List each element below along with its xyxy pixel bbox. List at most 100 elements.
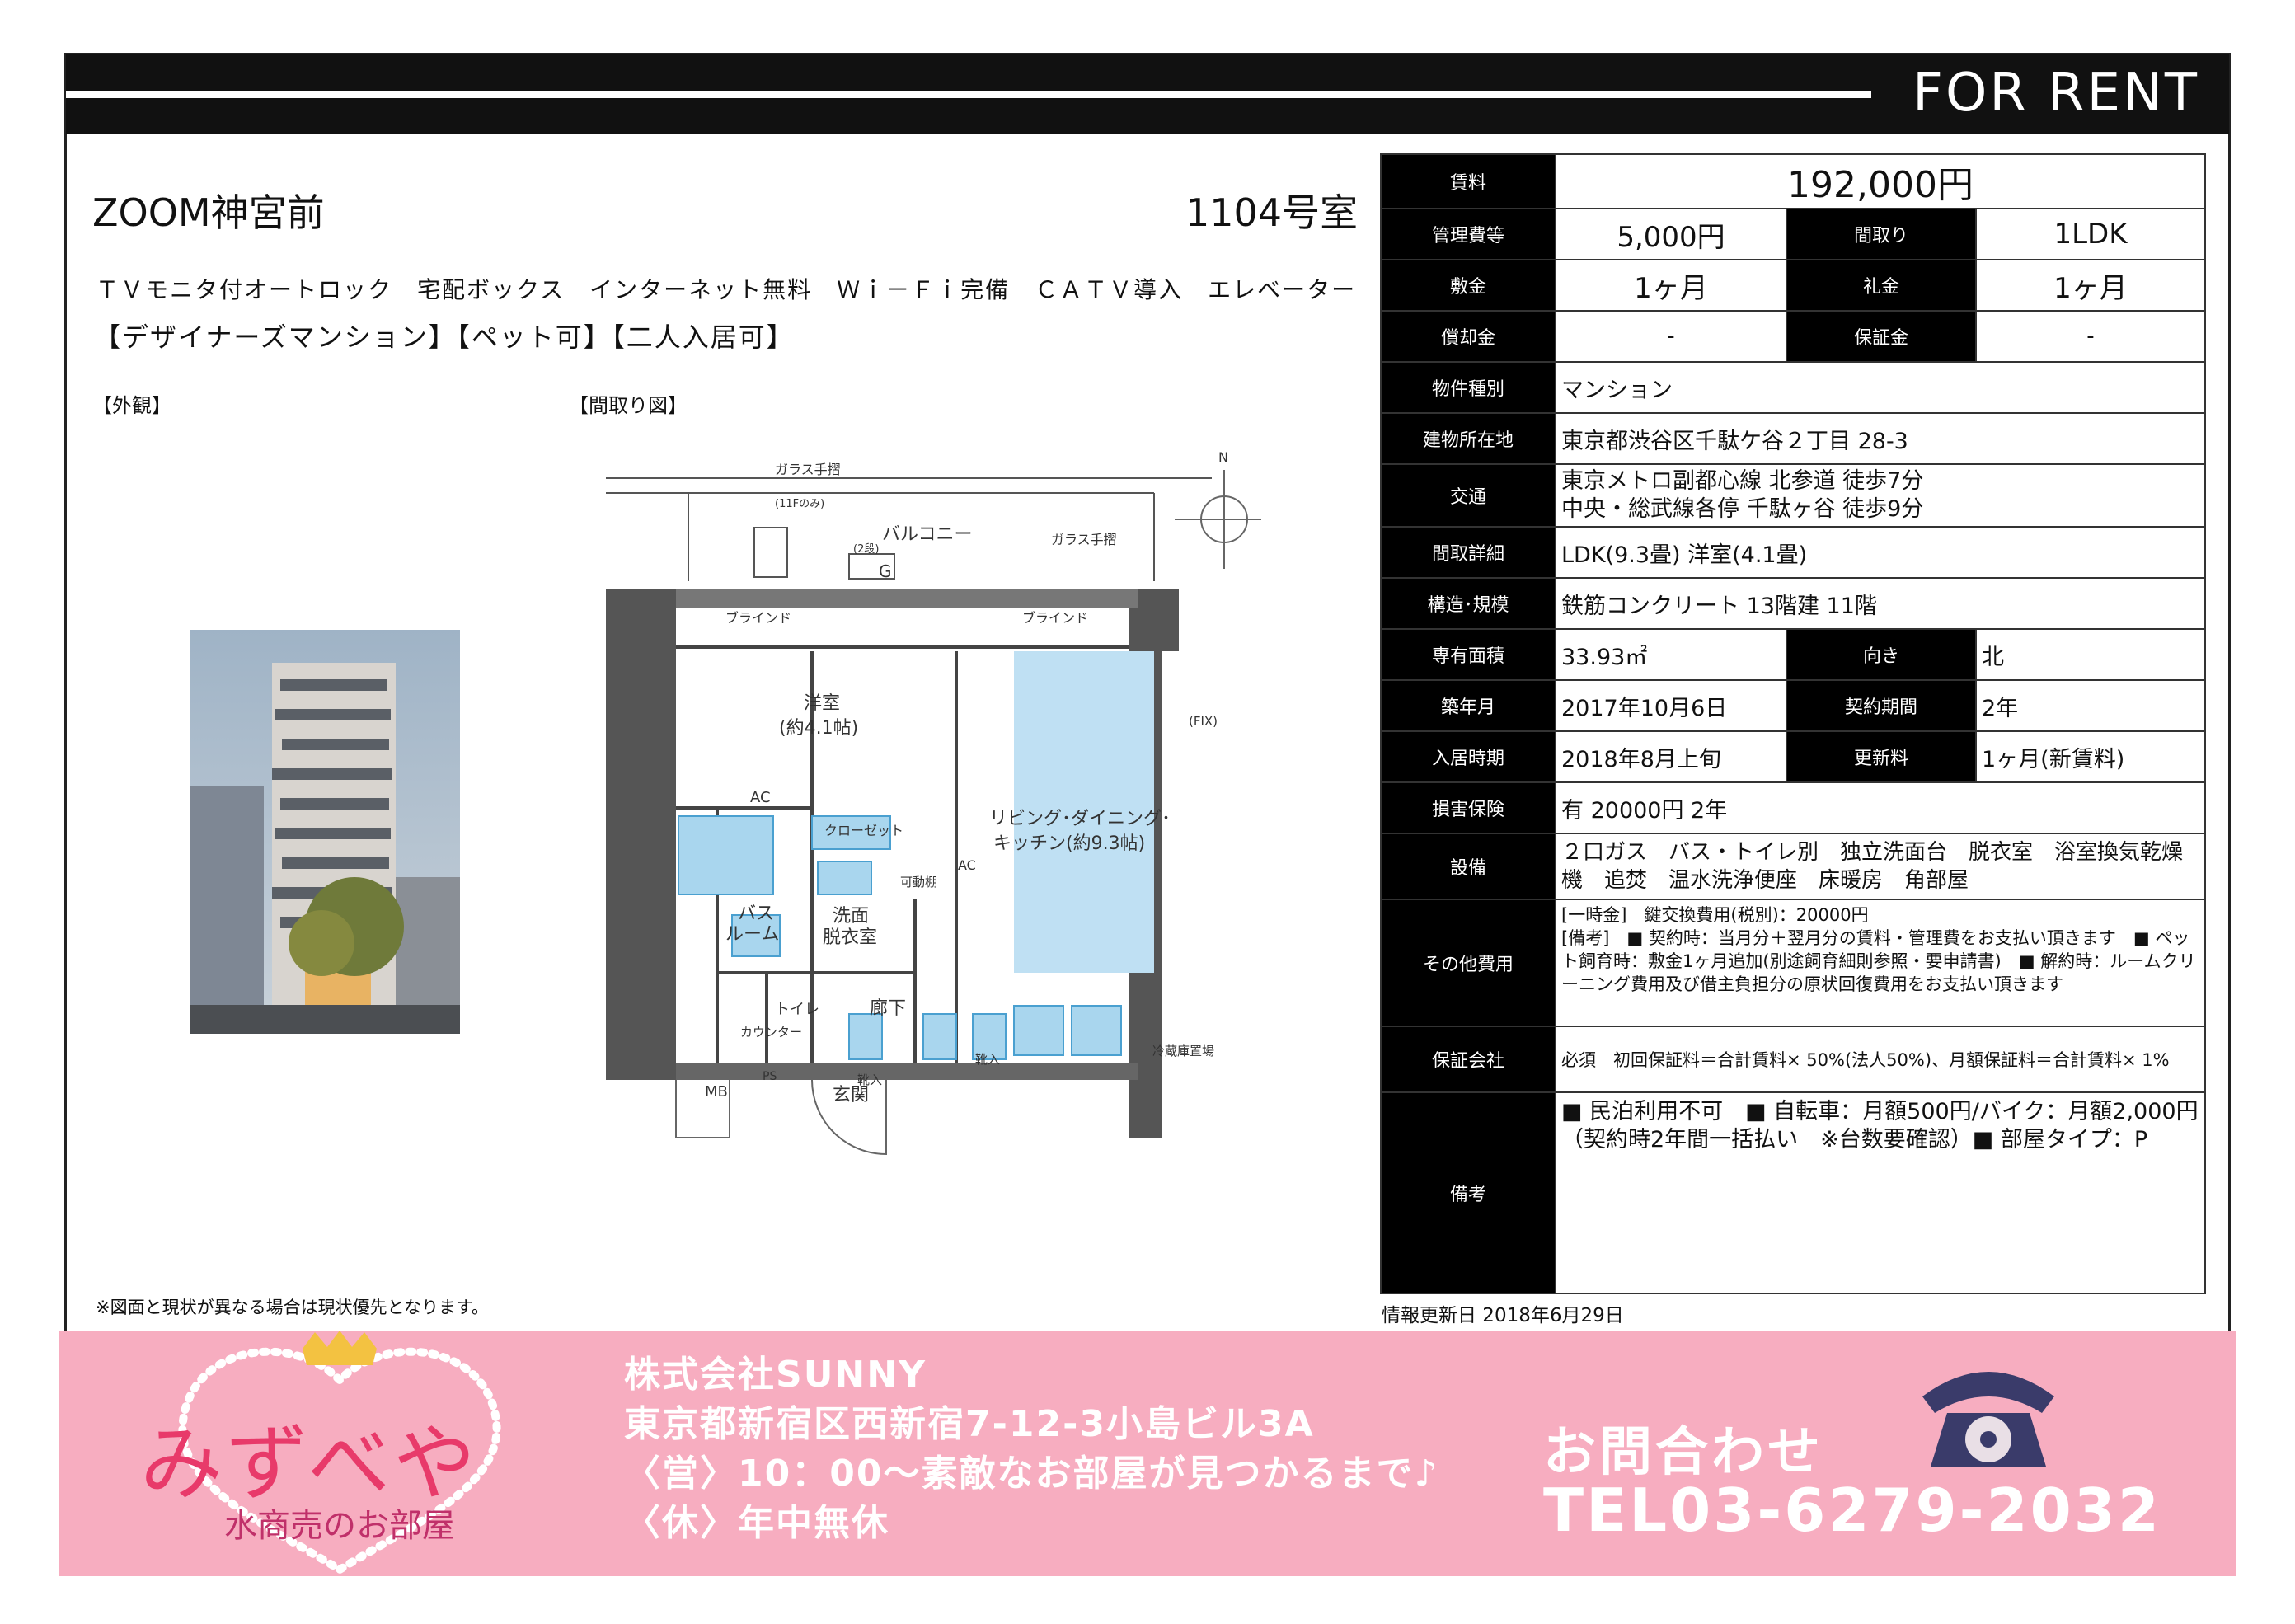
- transport-value: 東京メトロ副都心線 北参道 徒歩7分 中央・総武線各停 千駄ヶ谷 徒歩9分: [1555, 463, 2206, 528]
- plan-mb-label: MB: [705, 1083, 728, 1101]
- other-fees-label: その他費用: [1380, 899, 1556, 1027]
- plan-western-label: 洋室: [804, 693, 840, 714]
- holidays: 〈休〉年中無休: [624, 1502, 889, 1544]
- property-info-table: 賃料 192,000円 管理費等 5,000円 間取り 1LDK 敷金 1ヶ月 …: [1380, 153, 2206, 1294]
- update-date: 情報更新日 2018年6月29日: [1382, 1305, 1624, 1326]
- disclaimer-note: ※図面と現状が異なる場合は現状優先となります。: [96, 1298, 489, 1317]
- other-fees-line-1: [一時金] 鍵交換費用(税別)：20000円: [1561, 905, 1869, 925]
- feature-tags: 【デザイナーズマンション】【ペット可】【二人入居可】: [94, 322, 795, 353]
- plan-north-label: N: [1218, 449, 1228, 465]
- plan-bath-label: バス: [738, 904, 774, 924]
- floor-plan: バルコニー ガラス手摺 ガラス手摺 (11Fのみ) (2段) G ブラインド ブ…: [602, 437, 1274, 1212]
- exterior-label: 【外観】: [92, 394, 171, 417]
- plan-counter-label: カウンター: [740, 1025, 802, 1040]
- property-type-value: マンション: [1555, 361, 2206, 414]
- floorplan-label: 【間取り図】: [569, 394, 688, 417]
- structure-label: 構造･規模: [1380, 577, 1556, 630]
- header-rule: [66, 91, 1871, 98]
- renewal-fee-label: 更新料: [1786, 730, 1977, 783]
- management-fee-value: 5,000円: [1555, 208, 1787, 260]
- plan-closet-label: クローゼット: [824, 823, 903, 838]
- area-label: 専有面積: [1380, 628, 1556, 681]
- security-deposit-label: 保証金: [1786, 310, 1977, 363]
- insurance-value: 有 20000円 2年: [1555, 781, 2206, 834]
- plan-11f-note: (11Fのみ): [775, 498, 824, 510]
- plan-bath-label-2: ルーム: [725, 924, 779, 945]
- key-money-value: 1ヶ月: [1975, 259, 2206, 312]
- rent-label: 賃料: [1380, 153, 1556, 209]
- company-address: 東京都新宿区西新宿7-12-3小島ビル3A: [624, 1403, 1315, 1445]
- rent-value: 192,000円: [1555, 153, 2206, 209]
- structure-value: 鉄筋コンクリート 13階建 11階: [1555, 577, 2206, 630]
- guarantor-company-label: 保証会社: [1380, 1026, 1556, 1093]
- renewal-fee-value: 1ヶ月(新賃料): [1975, 730, 2206, 783]
- plan-glass-rail-label-2: ガラス手摺: [1051, 532, 1117, 547]
- feature-list: ＴＶモニタ付オートロック 宅配ボックス インターネット無料 Ｗｉ－Ｆｉ完備 ＣＡ…: [96, 276, 1357, 303]
- address-value: 東京都渋谷区千駄ケ谷２丁目 28-3: [1555, 412, 2206, 465]
- plan-ldk-label-2: キッチン(約9.3帖): [993, 833, 1145, 854]
- contract-term-value: 2年: [1975, 679, 2206, 732]
- plan-storage-label: 冷蔵庫置場: [1152, 1044, 1214, 1058]
- plan-fix-label: (FIX): [1189, 714, 1218, 729]
- key-money-label: 礼金: [1786, 259, 1977, 312]
- built-date-value: 2017年10月6日: [1555, 679, 1787, 732]
- transport-label: 交通: [1380, 463, 1556, 528]
- transport-line-1: 東京メトロ副都心線 北参道 徒歩7分: [1561, 468, 1924, 494]
- plan-western-size: (約4.1帖): [779, 718, 858, 739]
- layout-label: 間取り: [1786, 208, 1977, 260]
- plan-entrance-label: 玄関: [833, 1085, 869, 1105]
- plan-movable-label: 可動棚: [900, 875, 937, 889]
- plan-blind-label: ブラインド: [725, 610, 791, 626]
- security-deposit-value: -: [1975, 310, 2206, 363]
- plan-blind-label-2: ブラインド: [1022, 610, 1088, 626]
- built-date-label: 築年月: [1380, 679, 1556, 732]
- floor-plan-drawing: バルコニー ガラス手摺 ガラス手摺 (11Fのみ) (2段) G ブラインド ブ…: [606, 449, 1274, 1156]
- plan-shoes-label-2: 靴入: [975, 1052, 1000, 1067]
- insurance-label: 損害保険: [1380, 781, 1556, 834]
- equipment-label: 設備: [1380, 833, 1556, 900]
- company-info: 株式会社SUNNY 東京都新宿区西新宿7-12-3小島ビル3A 〈営〉10：00…: [624, 1350, 1439, 1548]
- company-name: 株式会社SUNNY: [624, 1354, 927, 1396]
- move-in-value: 2018年8月上旬: [1555, 730, 1787, 783]
- plan-2dan-note: (2段): [853, 543, 879, 556]
- plan-ac-label: AC: [750, 789, 771, 806]
- equipment-value: ２口ガス バス・トイレ別 独立洗面台 脱衣室 浴室換気乾燥機 追焚 温水洗浄便座…: [1555, 833, 2206, 900]
- logo-subtitle: 水商売のお部屋: [224, 1507, 455, 1545]
- plan-wash-label-2: 脱衣室: [823, 927, 877, 948]
- room-number: 1104号室: [1185, 190, 1359, 235]
- plan-toilet-label: トイレ: [775, 1001, 819, 1018]
- header-bar: FOR RENT: [66, 54, 2229, 134]
- plan-shoes-label: 靴入: [857, 1072, 882, 1087]
- plan-ac-label-2: AC: [958, 857, 976, 873]
- telephone-icon: [1922, 1372, 2054, 1467]
- facing-value: 北: [1975, 628, 2206, 681]
- remarks-value: ■ 民泊利用不可 ■ 自転車：月額500円/バイク：月額2,000円（契約時2年…: [1555, 1091, 2206, 1294]
- other-fees-line-2: [備考] ■ 契約時：当月分＋翌月分の賃料・管理費をお支払い頂きます ■ ペット…: [1561, 928, 2196, 994]
- contact-heading: お問合わせ: [1543, 1422, 1823, 1483]
- plan-hall-label: 廊下: [870, 998, 906, 1019]
- management-fee-label: 管理費等: [1380, 208, 1556, 260]
- deposit-value: 1ヶ月: [1555, 259, 1787, 312]
- other-fees-value: [一時金] 鍵交換費用(税別)：20000円 [備考] ■ 契約時：当月分＋翌月…: [1555, 899, 2206, 1027]
- amortization-value: -: [1555, 310, 1787, 363]
- remarks-label: 備考: [1380, 1091, 1556, 1294]
- address-label: 建物所在地: [1380, 412, 1556, 465]
- plan-g-label: G: [879, 561, 892, 581]
- guarantor-company-value: 必須 初回保証料＝合計賃料× 50%(法人50%)、月額保証料＝合計賃料× 1%: [1555, 1026, 2206, 1093]
- transport-line-2: 中央・総武線各停 千駄ヶ谷 徒歩9分: [1561, 496, 1924, 522]
- facing-label: 向き: [1786, 628, 1977, 681]
- deposit-label: 敷金: [1380, 259, 1556, 312]
- layout-detail-label: 間取詳細: [1380, 526, 1556, 579]
- layout-detail-value: LDK(9.3畳) 洋室(4.1畳): [1555, 526, 2206, 579]
- plan-ldk-label: リビング･ダイニング･: [989, 809, 1171, 829]
- plan-wash-label: 洗面: [833, 906, 869, 927]
- contract-term-label: 契約期間: [1786, 679, 1977, 732]
- business-hours: 〈営〉10：00～素敵なお部屋が見つかるまで♪: [624, 1453, 1439, 1495]
- plan-ps-label: PS: [763, 1070, 777, 1083]
- amortization-label: 償却金: [1380, 310, 1556, 363]
- plan-glass-rail-label: ガラス手摺: [775, 462, 841, 477]
- phone-number[interactable]: TEL03-6279-2032: [1543, 1476, 2161, 1545]
- layout-value: 1LDK: [1975, 208, 2206, 260]
- page-title: FOR RENT: [1912, 63, 2199, 124]
- area-value: 33.93㎡: [1555, 628, 1787, 681]
